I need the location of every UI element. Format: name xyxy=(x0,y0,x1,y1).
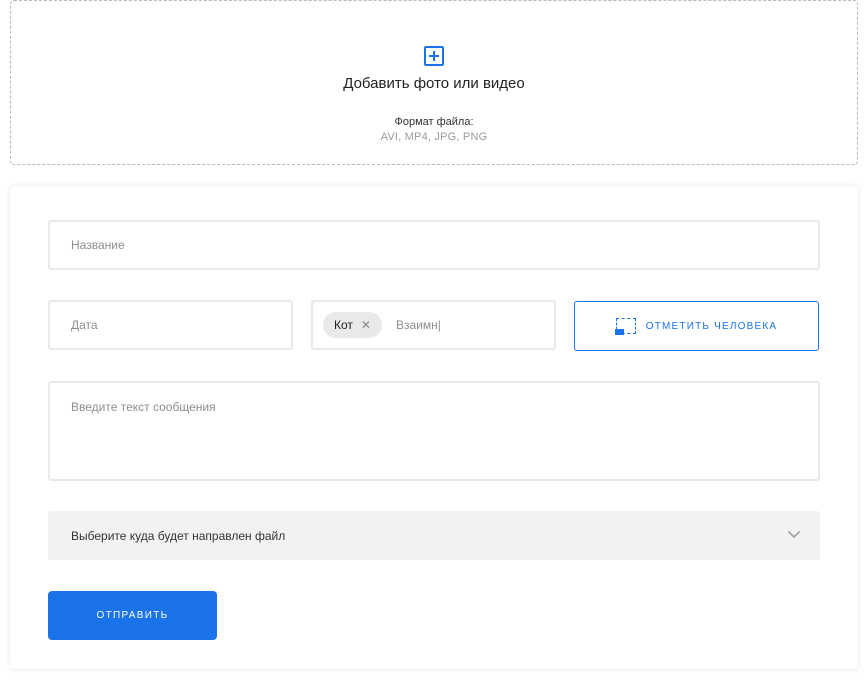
tag-input-text[interactable]: Взаимн| xyxy=(396,318,441,332)
close-icon[interactable]: ✕ xyxy=(361,319,371,331)
tags-input[interactable]: Кот ✕ Взаимн| xyxy=(311,300,556,350)
post-form: Название Дата Кот ✕ Взаимн| ОТМЕТИТЬ ЧЕЛ… xyxy=(10,186,858,669)
upload-title: Добавить фото или видео xyxy=(343,75,525,92)
upload-dropzone[interactable]: Добавить фото или видео Формат файла: AV… xyxy=(10,0,858,165)
destination-select[interactable]: Выберите куда будет направлен файл xyxy=(48,511,820,560)
upload-format-label: Формат файла: xyxy=(394,116,474,128)
tag-chip: Кот ✕ xyxy=(323,312,382,338)
title-input[interactable]: Название xyxy=(48,220,820,270)
title-placeholder: Название xyxy=(71,238,125,252)
plus-square-icon[interactable] xyxy=(424,46,444,66)
message-textarea[interactable]: Введите текст сообщения xyxy=(48,381,820,481)
chevron-down-icon xyxy=(788,526,800,542)
destination-select-label: Выберите куда будет направлен файл xyxy=(71,529,286,543)
mark-person-label: ОТМЕТИТЬ ЧЕЛОВЕКА xyxy=(645,320,778,332)
tag-frame-icon xyxy=(614,318,636,335)
upload-format-values: AVI, MP4, JPG, PNG xyxy=(380,131,488,143)
message-placeholder: Введите текст сообщения xyxy=(71,400,216,414)
date-placeholder: Дата xyxy=(71,318,98,332)
send-button[interactable]: ОТПРАВИТЬ xyxy=(48,591,217,640)
tag-chip-label: Кот xyxy=(334,318,353,332)
date-input[interactable]: Дата xyxy=(48,300,293,350)
mark-person-button[interactable]: ОТМЕТИТЬ ЧЕЛОВЕКА xyxy=(574,301,819,351)
